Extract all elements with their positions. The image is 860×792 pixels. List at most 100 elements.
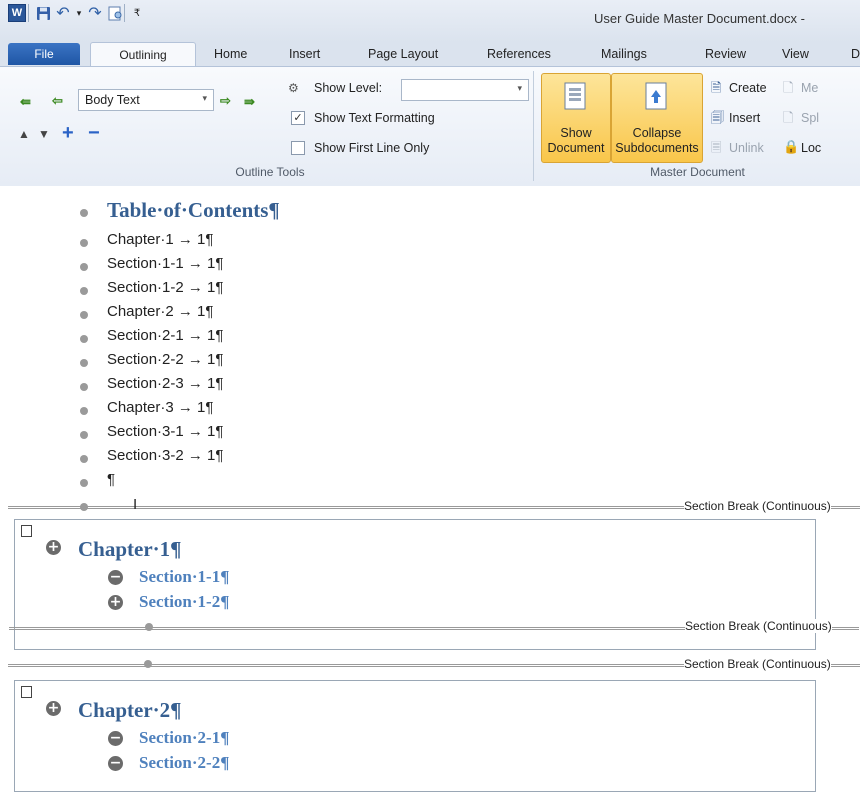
move-up-icon[interactable]: ▲ [18,127,30,141]
tab-references[interactable]: References [487,42,551,66]
subdocument-box-1: + Chapter·1¶ − Section·1-1¶ + Section·1-… [9,519,859,650]
toc-entry[interactable]: Section·2-1 → 1¶ [107,327,223,344]
tab-home[interactable]: Home [214,42,247,66]
expand-plus-icon[interactable]: + [108,595,123,610]
tab-view[interactable]: View [782,42,809,66]
outline-bullet [80,287,88,295]
subdoc1-chapter[interactable]: Chapter·1¶ [78,537,182,562]
outline-bullet [80,503,88,511]
qat-divider [124,4,125,22]
collapse-subdocuments-icon [645,82,667,110]
merge-button[interactable]: Me [801,81,818,95]
toc-entry[interactable]: Chapter·2 → 1¶ [107,303,213,320]
master-document-label: Master Document [650,165,745,179]
outline-bullet [80,383,88,391]
toc-entry[interactable]: ¶ [107,471,115,488]
outline-bullet [80,263,88,271]
show-document-icon [564,82,586,110]
collapse-icon[interactable]: − [88,122,100,145]
show-level-label: Show Level: [314,81,383,95]
ribbon: ⇚ ⇦ Body Text ▾ ⇨ ⇛ ▲ ▼ + − ⚙ Show Level… [0,66,860,187]
collapse-minus-icon[interactable]: − [108,756,123,771]
subdocument-box-2: + Chapter·2¶ − Section·2-1¶ − Section·2-… [14,680,816,792]
collapse-minus-icon[interactable]: − [108,731,123,746]
ribbon-tabs: File Outlining Home Insert Page Layout R… [0,42,860,68]
lock-document-button[interactable]: Loc [801,141,821,155]
subdocument-icon[interactable] [21,686,32,698]
insert-subdocument-button[interactable]: Insert [729,111,760,125]
word-app-icon[interactable]: W [8,4,26,22]
subdoc2-chapter[interactable]: Chapter·2¶ [78,698,182,723]
outline-bullet [80,209,88,217]
customize-qat-icon[interactable]: ₹ [128,4,146,22]
toc-entry[interactable]: Chapter·3 → 1¶ [107,399,213,416]
show-document-button[interactable]: Show Document [541,73,611,163]
print-preview-icon[interactable] [106,4,124,22]
section-break-label: Section Break (Continuous) [684,657,831,671]
outline-bullet [80,239,88,247]
tab-overflow[interactable]: D [851,42,860,66]
show-level-select[interactable]: ▾ [401,79,529,101]
toc-entry[interactable]: Section·3-2 → 1¶ [107,447,223,464]
toc-entry[interactable]: Section·1-1 → 1¶ [107,255,223,272]
tab-review[interactable]: Review [705,42,746,66]
outline-bullet [80,311,88,319]
demote-icon[interactable]: ⇨ [220,93,231,109]
collapse-subdocuments-button[interactable]: Collapse Subdocuments [611,73,703,163]
unlink-button[interactable]: Unlink [729,141,764,155]
promote-icon[interactable]: ⇦ [52,93,63,109]
subdoc1-section-1[interactable]: Section·1-1¶ [139,567,229,587]
insert-subdocument-icon: 🗐 [711,110,724,125]
lock-icon: 🔒 [783,139,800,154]
window-title: User Guide Master Document.docx - [594,11,805,26]
toc-entry[interactable]: Section·2-3 → 1¶ [107,375,223,392]
move-down-icon[interactable]: ▼ [38,127,50,141]
save-icon[interactable] [34,4,52,22]
show-first-line-only-checkbox[interactable] [291,141,305,155]
expand-icon[interactable]: + [62,122,74,145]
expand-plus-icon[interactable]: + [46,540,61,555]
subdoc1-section-2[interactable]: Section·1-2¶ [139,592,229,612]
merge-icon: 🗋 [783,80,794,95]
redo-icon[interactable]: ↷ [86,4,104,22]
tab-file[interactable]: File [8,43,80,65]
chevron-down-icon: ▾ [517,83,522,93]
show-document-label-1: Show [560,126,592,140]
outline-tools-label: Outline Tools [235,165,305,179]
tab-outlining[interactable]: Outlining [90,42,196,68]
outline-bullet [80,407,88,415]
subdocument-icon[interactable] [21,525,32,537]
outline-level-select[interactable]: Body Text ▾ [78,89,214,111]
show-text-formatting-checkbox[interactable]: ✓ [291,111,305,125]
tab-mailings[interactable]: Mailings [601,42,647,66]
outline-bullet [80,359,88,367]
show-level-icon: ⚙ [288,81,299,95]
subdoc2-section-1[interactable]: Section·2-1¶ [139,728,229,748]
group-separator [533,71,534,181]
split-icon: 🗋 [783,110,794,125]
qat-divider [28,4,29,22]
title-bar: W ↶ ▾ ↷ ₹ User Guide Master Document.doc… [0,0,860,42]
expand-plus-icon[interactable]: + [46,701,61,716]
collapse-minus-icon[interactable]: − [108,570,123,585]
demote-to-body-text-icon[interactable]: ⇛ [244,94,255,110]
tab-page-layout[interactable]: Page Layout [368,42,438,66]
toc-entry[interactable]: Section·2-2 → 1¶ [107,351,223,368]
document-area[interactable]: Table·of·Contents¶ Section Break (Contin… [0,186,860,792]
toc-heading[interactable]: Table·of·Contents¶ [107,198,280,223]
unlink-icon: 🗏 [711,140,722,155]
toc-entry[interactable]: Section·1-2 → 1¶ [107,279,223,296]
text-cursor-icon: I [133,496,138,513]
subdoc2-section-2[interactable]: Section·2-2¶ [139,753,229,773]
show-document-label-2: Document [547,141,605,155]
split-button[interactable]: Spl [801,111,819,125]
tab-insert[interactable]: Insert [289,42,320,66]
collapse-label-1: Collapse [632,126,682,140]
outline-bullet [80,479,88,487]
toc-entry[interactable]: Section·3-1 → 1¶ [107,423,223,440]
toc-entry[interactable]: Chapter·1 → 1¶ [107,231,213,248]
create-button[interactable]: Create [729,81,767,95]
promote-to-heading1-icon[interactable]: ⇚ [20,94,31,110]
section-break-label: Section Break (Continuous) [685,619,832,633]
show-text-formatting-label: Show Text Formatting [314,111,435,125]
